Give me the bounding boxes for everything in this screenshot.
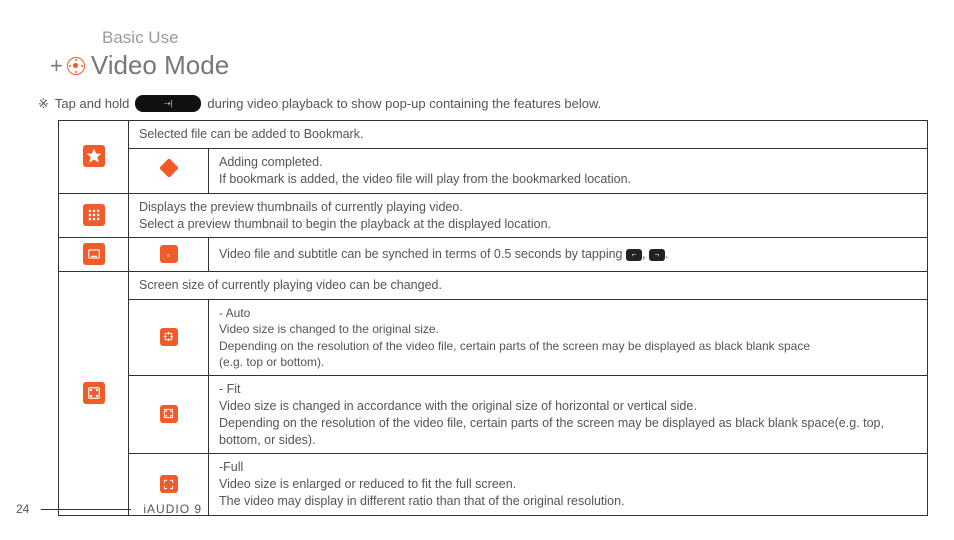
sync-set-icon: s xyxy=(160,245,178,263)
reference-mark: ※ xyxy=(38,96,49,112)
sync-text-after: . xyxy=(665,247,668,261)
intro-line: ※ Tap and hold ⇢| during video playback … xyxy=(38,95,920,112)
bookmark-sub-desc: Adding completed. If bookmark is added, … xyxy=(209,148,928,193)
plus-icon: + xyxy=(50,53,63,79)
bookmark-desc: Selected file can be added to Bookmark. xyxy=(129,121,928,149)
fit-size-icon xyxy=(160,405,178,423)
footer: 24 iAUDIO 9 xyxy=(16,502,202,516)
table-row: Displays the preview thumbnails of curre… xyxy=(59,193,928,238)
intro-before: Tap and hold xyxy=(55,96,129,111)
svg-text:s: s xyxy=(167,252,170,258)
table-row: Screen size of currently playing video c… xyxy=(59,272,928,300)
table-row: s Video file and subtitle can be synched… xyxy=(59,238,928,272)
footer-divider xyxy=(41,509,131,510)
left-key-icon: ⌐ xyxy=(626,249,642,261)
table-row: - Auto Video size is changed to the orig… xyxy=(59,300,928,376)
page-title: Video Mode xyxy=(91,50,229,81)
fit-desc: - Fit Video size is changed in accordanc… xyxy=(209,375,928,454)
thumbnails-desc: Displays the preview thumbnails of curre… xyxy=(129,193,928,238)
table-row: Selected file can be added to Bookmark. xyxy=(59,121,928,149)
hold-button-icon: ⇢| xyxy=(135,95,201,112)
full-size-icon xyxy=(160,475,178,493)
page-number: 24 xyxy=(16,502,29,516)
section-label: Basic Use xyxy=(102,28,920,48)
brand-label: iAUDIO 9 xyxy=(143,502,202,516)
title-row: + Video Mode xyxy=(50,50,920,81)
intro-after: during video playback to show pop-up con… xyxy=(207,96,601,111)
features-table: Selected file can be added to Bookmark. … xyxy=(58,120,928,516)
right-key-icon: ¬ xyxy=(649,249,665,261)
sync-text-before: Video file and subtitle can be synched i… xyxy=(219,247,626,261)
bookmark-icon xyxy=(83,145,105,167)
auto-size-icon xyxy=(160,328,178,346)
sync-sep: , xyxy=(642,247,649,261)
sync-desc: Video file and subtitle can be synched i… xyxy=(209,238,928,272)
full-desc: -Full Video size is enlarged or reduced … xyxy=(209,454,928,516)
table-row: Adding completed. If bookmark is added, … xyxy=(59,148,928,193)
auto-desc: - Auto Video size is changed to the orig… xyxy=(209,300,928,376)
screen-size-icon xyxy=(83,382,105,404)
screen-desc: Screen size of currently playing video c… xyxy=(129,272,928,300)
subtitle-sync-icon xyxy=(83,243,105,265)
diamond-icon xyxy=(159,158,179,178)
thumbnails-icon xyxy=(83,204,105,226)
video-mode-icon xyxy=(67,57,85,75)
table-row: - Fit Video size is changed in accordanc… xyxy=(59,375,928,454)
